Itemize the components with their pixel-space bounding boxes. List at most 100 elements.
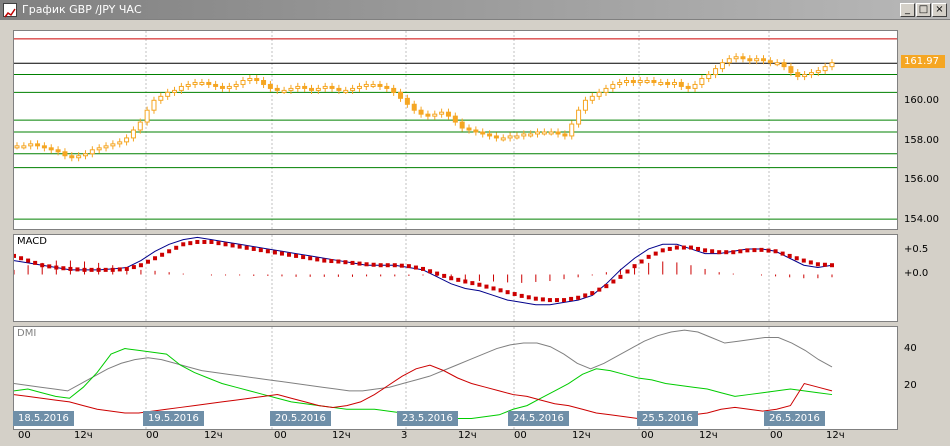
macd-signal-point [216, 241, 221, 246]
macd-signal-point [576, 295, 581, 300]
macd-signal-point [145, 259, 150, 264]
hour-label: 3 [401, 430, 408, 441]
macd-signal-point [322, 258, 327, 263]
date-tag: 19.5.2016 [143, 411, 204, 426]
macd-signal-point [808, 260, 813, 265]
macd-signal-point [590, 291, 595, 296]
maximize-button[interactable]: □ [916, 3, 931, 17]
candle-body [521, 133, 527, 137]
candle-body [356, 85, 362, 89]
candle-body [425, 113, 431, 117]
candle-body [288, 87, 294, 91]
macd-signal-point [160, 252, 165, 257]
candle-body [254, 78, 260, 82]
candle-body [535, 131, 541, 135]
close-button[interactable]: × [932, 3, 947, 17]
candle-body [726, 58, 732, 64]
macd-panel[interactable]: MACD [13, 234, 898, 322]
candle-body [541, 131, 547, 135]
candle-body [617, 81, 623, 85]
macd-signal-point [505, 290, 510, 295]
dmi-title: DMI [17, 328, 37, 339]
macd-signal-point [519, 293, 524, 298]
macd-signal-point [385, 263, 390, 268]
macd-signal-point [26, 258, 31, 263]
candle-body [733, 56, 739, 60]
macd-signal-point [294, 253, 299, 258]
macd-signal-point [710, 249, 715, 254]
macd-signal-point [660, 248, 665, 253]
current-price-tag: 161.97 [901, 55, 945, 68]
macd-signal-point [230, 243, 235, 248]
macd-signal-point [583, 293, 588, 298]
macd-signal-point [33, 260, 38, 265]
macd-signal-point [272, 250, 277, 255]
candle-body [692, 83, 698, 89]
candle-body [62, 151, 68, 157]
macd-signal-point [681, 245, 686, 250]
macd-signal-point [801, 258, 806, 263]
macd-signal-point [378, 263, 383, 268]
macd-signal-point [195, 239, 200, 244]
macd-signal-point [703, 248, 708, 253]
candle-body [658, 81, 664, 85]
price-chart-svg [14, 31, 897, 229]
price-chart-panel[interactable] [13, 30, 898, 230]
candle-body [740, 56, 746, 60]
price-tick-label: 154.00 [904, 214, 939, 226]
date-tag: 18.5.2016 [13, 411, 74, 426]
macd-signal-point [329, 259, 334, 264]
macd-signal-point [611, 279, 616, 284]
candle-body [274, 87, 280, 91]
candle-body [719, 62, 725, 70]
candle-body [233, 83, 239, 87]
candle-body [178, 85, 184, 91]
macd-signal-point [646, 254, 651, 259]
candle-body [651, 80, 657, 83]
candle-body [822, 66, 828, 72]
candle-body [706, 74, 712, 80]
macd-signal-point [597, 287, 602, 292]
candle-body [240, 80, 246, 85]
candle-body [281, 89, 287, 93]
macd-signal-point [759, 247, 764, 252]
macd-signal-point [547, 298, 552, 303]
candle-body [555, 131, 561, 135]
dmi-tick-label: 40 [904, 343, 917, 355]
candle-body [808, 72, 814, 76]
macd-signal-point [287, 252, 292, 257]
candle-body [548, 131, 554, 135]
date-tag: 23.5.2016 [397, 411, 458, 426]
minimize-button[interactable]: _ [900, 3, 915, 17]
hour-label: 12ч [332, 430, 351, 441]
candle-body [137, 121, 143, 131]
macd-signal-point [89, 267, 94, 272]
candle-body [404, 97, 410, 105]
macd-signal-point [110, 267, 115, 272]
candle-body [802, 74, 808, 78]
candle-body [815, 70, 821, 74]
macd-signal-point [562, 298, 567, 303]
macd-signal-point [357, 261, 362, 266]
hour-label: 12ч [458, 430, 477, 441]
candle-body [754, 58, 760, 62]
macd-signal-point [830, 263, 834, 268]
candle-body [315, 87, 321, 91]
candle-body [48, 147, 54, 151]
macd-signal-point [413, 265, 418, 270]
macd-signal-point [371, 262, 376, 267]
candle-body [172, 89, 178, 93]
candle-body [685, 85, 691, 89]
macd-signal-point [477, 282, 482, 287]
candle-body [308, 87, 314, 91]
candle-body [55, 149, 61, 153]
hour-label: 12ч [74, 430, 93, 441]
candle-body [514, 135, 520, 139]
macd-signal-point [604, 284, 609, 289]
hour-label: 00 [514, 430, 527, 441]
candle-body [130, 129, 136, 139]
candle-body [35, 143, 41, 147]
macd-signal-point [301, 255, 306, 260]
macd-signal-point [766, 248, 771, 253]
candle-body [124, 137, 130, 143]
